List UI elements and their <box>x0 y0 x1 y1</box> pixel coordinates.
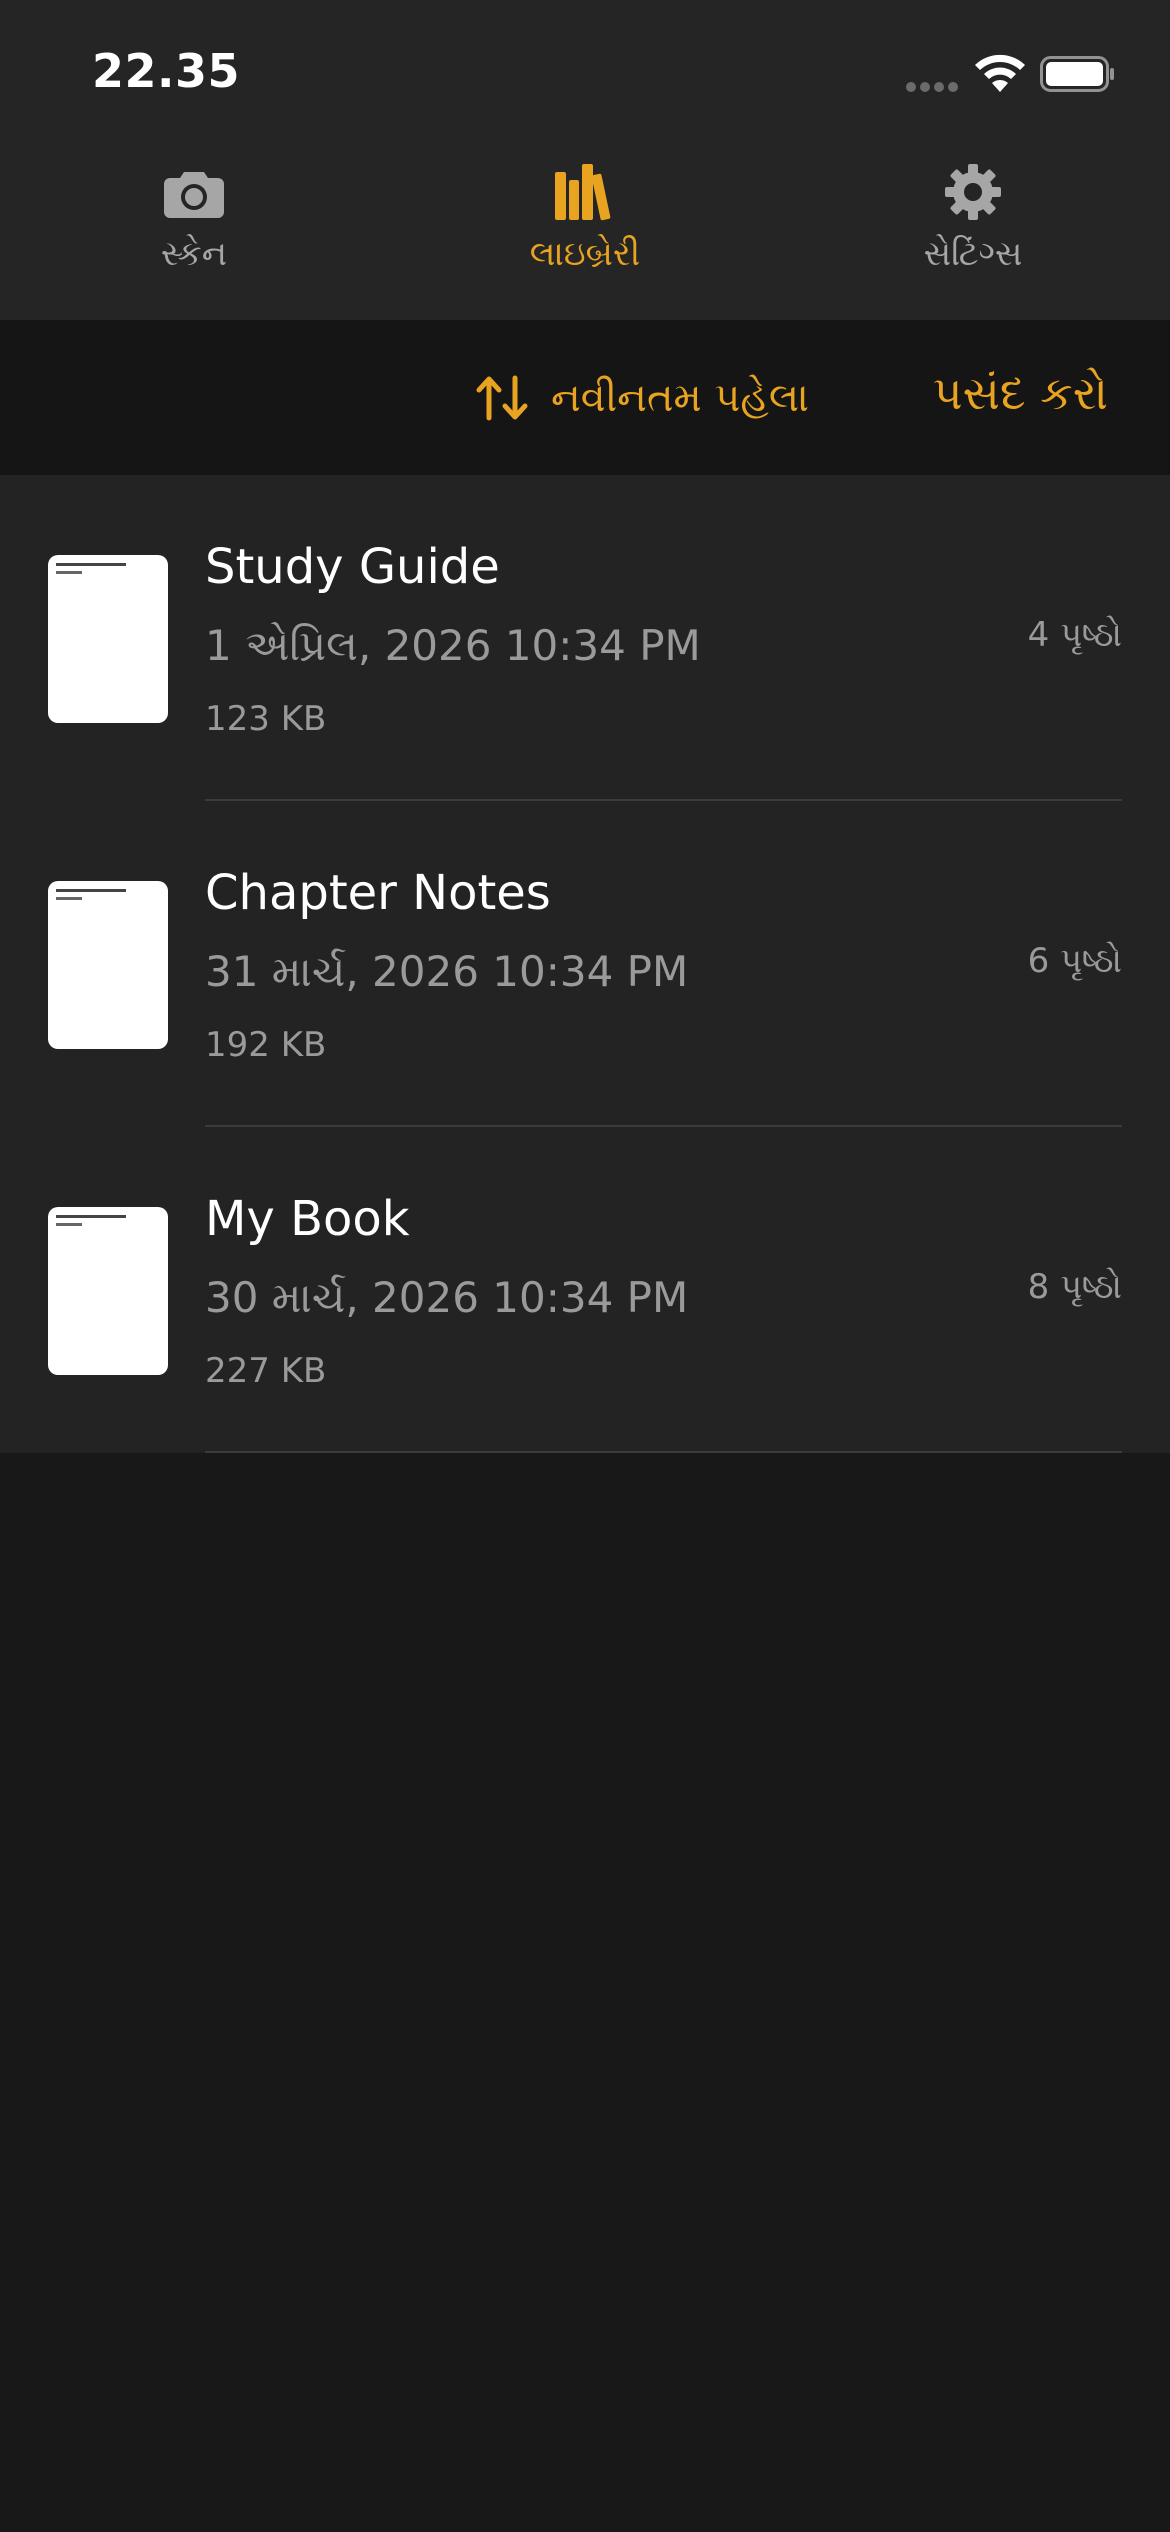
library-books-icon <box>555 164 611 221</box>
cellular-signal-icon <box>906 82 960 92</box>
tab-library[interactable]: લાઇબ્રેરી <box>465 160 705 300</box>
document-size: 227 KB <box>205 1351 327 1391</box>
top-header: 22.35 સ્કેન લાઇબ્રેરી સેટિંગ્સ <box>0 0 1170 320</box>
document-row[interactable]: My Book 30 માર્ચ, 2026 10:34 PM 227 KB 8… <box>0 1127 1170 1453</box>
document-title: Study Guide <box>205 539 500 595</box>
document-thumbnail <box>48 1207 168 1375</box>
document-list: Study Guide 1 એપ્રિલ, 2026 10:34 PM 123 … <box>0 475 1170 1453</box>
document-thumbnail <box>48 881 168 1049</box>
tab-scan-label: સ્કેન <box>160 234 228 274</box>
gear-icon <box>945 164 1001 220</box>
document-title: My Book <box>205 1191 410 1247</box>
document-size: 123 KB <box>205 699 327 739</box>
document-date: 31 માર્ચ, 2026 10:34 PM <box>205 947 689 996</box>
wifi-icon <box>975 54 1025 92</box>
tab-settings[interactable]: સેટિંગ્સ <box>853 160 1093 300</box>
sort-arrows-icon <box>476 375 528 421</box>
status-time: 22.35 <box>92 44 241 98</box>
library-toolbar: નવીનતમ પહેલા પસંદ કરો <box>0 320 1170 475</box>
document-date: 1 એપ્રિલ, 2026 10:34 PM <box>205 621 701 670</box>
status-bar: 22.35 <box>0 0 1170 140</box>
document-page-count: 6 પૃષ્ઠો <box>1027 941 1122 981</box>
document-row[interactable]: Study Guide 1 એપ્રિલ, 2026 10:34 PM 123 … <box>0 475 1170 801</box>
document-date: 30 માર્ચ, 2026 10:34 PM <box>205 1273 689 1322</box>
select-button[interactable]: પસંદ કરો <box>933 366 1108 422</box>
row-separator <box>205 1451 1122 1453</box>
tab-bar: સ્કેન લાઇબ્રેરી સેટિંગ્સ <box>0 140 1170 320</box>
document-page-count: 8 પૃષ્ઠો <box>1027 1267 1122 1307</box>
document-page-count: 4 પૃષ્ઠો <box>1027 615 1122 655</box>
sort-button[interactable]: નવીનતમ પહેલા <box>475 368 809 428</box>
document-thumbnail <box>48 555 168 723</box>
document-title: Chapter Notes <box>205 865 551 921</box>
tab-scan[interactable]: સ્કેન <box>74 160 314 300</box>
camera-icon <box>164 172 224 218</box>
tab-settings-label: સેટિંગ્સ <box>923 234 1023 274</box>
battery-icon <box>1040 56 1114 92</box>
sort-label: નવીનતમ પહેલા <box>551 375 809 421</box>
tab-library-label: લાઇબ્રેરી <box>529 234 641 274</box>
document-size: 192 KB <box>205 1025 327 1065</box>
document-row[interactable]: Chapter Notes 31 માર્ચ, 2026 10:34 PM 19… <box>0 801 1170 1127</box>
